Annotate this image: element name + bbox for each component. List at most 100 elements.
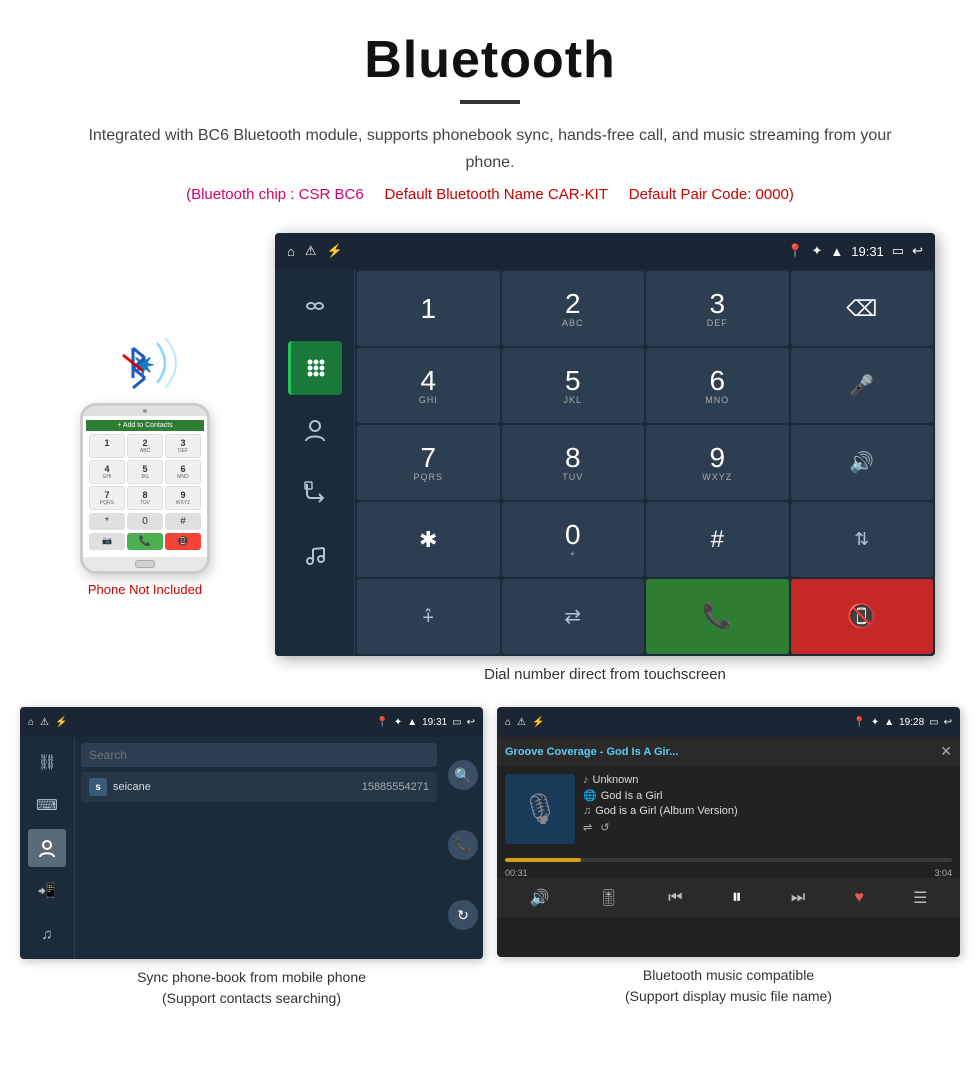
dial-key-3[interactable]: 3 DEF	[646, 271, 789, 346]
dial-key-transfer[interactable]: ⇅	[791, 502, 934, 577]
music-screen: ⌂ ⚠ ⚡ 📍 ✦ ▲ 19:28 ▭ ↩ Groove Coverage - …	[497, 707, 960, 957]
title-underline	[460, 100, 520, 104]
back-icon[interactable]: ↩	[912, 243, 923, 259]
phone-key-0[interactable]: 0	[127, 513, 163, 530]
phone-key-8[interactable]: 8TUV	[127, 486, 163, 510]
music-main-area: Groove Coverage - God Is A Gir... ✕ 🎙 ♪ …	[497, 737, 960, 957]
phone-key-3[interactable]: 3DEF	[165, 434, 201, 458]
music-progress-bar[interactable]	[505, 858, 952, 862]
music-item: ⌂ ⚠ ⚡ 📍 ✦ ▲ 19:28 ▭ ↩ Groove Coverage - …	[497, 707, 960, 1009]
dial-key-2[interactable]: 2 ABC	[502, 271, 645, 346]
music-progress-fill	[505, 858, 581, 862]
phone-key-9[interactable]: 9WXYZ	[165, 486, 201, 510]
music-caption-line2: (Support display music file name)	[625, 988, 832, 1004]
page-header: Bluetooth Integrated with BC6 Bluetooth …	[0, 0, 980, 223]
dial-key-mute[interactable]: 🎤	[791, 348, 934, 423]
music-warn-icon: ⚠	[517, 717, 526, 728]
pb-contact-name: seicane	[113, 781, 356, 793]
pb-warn-icon: ⚠	[40, 717, 49, 728]
music-close-btn[interactable]: ✕	[940, 743, 952, 760]
pb-location-icon: 📍	[376, 717, 388, 728]
pb-btn-recent[interactable]: 📲	[28, 872, 66, 910]
dial-key-9[interactable]: 9 WXYZ	[646, 425, 789, 500]
battery-icon: ▭	[892, 243, 904, 259]
music-volume-btn[interactable]: 🔊	[530, 888, 550, 908]
phone-call-btn[interactable]: 📞	[127, 533, 163, 550]
sidebar-btn-music[interactable]	[288, 527, 342, 581]
home-icon[interactable]: ⌂	[287, 244, 295, 259]
status-left: ⌂ ⚠ ⚡	[287, 243, 343, 259]
page-description: Integrated with BC6 Bluetooth module, su…	[80, 122, 900, 176]
pb-refresh-btn[interactable]: ↻	[448, 900, 478, 930]
dial-key-merge2[interactable]: ⇄	[502, 579, 645, 654]
music-time-display: 00:31 3:04	[497, 868, 960, 878]
dial-key-5[interactable]: 5 JKL	[502, 348, 645, 423]
sidebar-btn-call-forward[interactable]	[288, 465, 342, 519]
phone-key-5[interactable]: 5JKL	[127, 460, 163, 484]
phone-key-hash[interactable]: #	[165, 513, 201, 530]
music-info: ♪ Unknown 🌐 God Is a Girl ♫ God is a Gir…	[583, 774, 952, 844]
dial-key-1[interactable]: 1	[357, 271, 500, 346]
pb-search-btn[interactable]: 🔍	[448, 760, 478, 790]
sidebar-btn-contacts[interactable]	[288, 403, 342, 457]
dial-key-end[interactable]: 📵	[791, 579, 934, 654]
pb-btn-music[interactable]: ♫	[28, 915, 66, 953]
music-heart-btn[interactable]: ♥	[854, 889, 864, 907]
phone-home-button[interactable]	[135, 560, 155, 568]
music-next-btn[interactable]: ⏭	[791, 889, 805, 907]
dial-key-merge1[interactable]: ⨣	[357, 579, 500, 654]
pb-search-input[interactable]	[81, 743, 437, 767]
bluetooth-status-icon: ✦	[811, 243, 822, 259]
car-dialpad-screen: ⌂ ⚠ ⚡ 📍 ✦ ▲ 19:31 ▭ ↩	[275, 233, 935, 656]
music-shuffle-icon[interactable]: ⇌	[583, 821, 592, 834]
dial-key-call[interactable]: 📞	[646, 579, 789, 654]
dial-key-4[interactable]: 4 GHI	[357, 348, 500, 423]
music-prev-btn[interactable]: ⏮	[668, 889, 682, 907]
music-track-row: ♫ God is a Girl (Album Version)	[583, 805, 952, 817]
phone-key-star[interactable]: *	[89, 513, 125, 530]
pb-content: s seicane 15885554271	[75, 737, 443, 959]
music-eq-btn[interactable]: 🎚	[599, 888, 619, 908]
phone-end-btn[interactable]: 📵	[165, 533, 201, 550]
music-time-current: 00:31	[505, 868, 528, 878]
pb-status-bar: ⌂ ⚠ ⚡ 📍 ✦ ▲ 19:31 ▭ ↩	[20, 707, 483, 737]
phone-video-btn[interactable]: 📷	[89, 533, 125, 550]
phone-key-6[interactable]: 6MNO	[165, 460, 201, 484]
dial-key-7[interactable]: 7 PQRS	[357, 425, 500, 500]
dial-key-0[interactable]: 0 +	[502, 502, 645, 577]
pb-btn-contacts[interactable]	[28, 829, 66, 867]
dial-key-delete[interactable]: ⌫	[791, 271, 934, 346]
music-home-icon[interactable]: ⌂	[505, 717, 511, 728]
pb-contact-row[interactable]: s seicane 15885554271	[81, 772, 437, 802]
phone-key-2[interactable]: 2ABC	[127, 434, 163, 458]
phone-screen-header: + Add to Contacts	[86, 420, 204, 431]
music-album-name: God Is a Girl	[601, 790, 663, 802]
phone-mockup-container: ✷ + Add to Contacts 1	[45, 333, 245, 597]
phone-speaker	[143, 409, 147, 413]
music-location-icon: 📍	[853, 717, 865, 728]
sidebar-btn-bluetooth[interactable]	[288, 279, 342, 333]
phonebook-caption-line2: (Support contacts searching)	[162, 990, 341, 1006]
music-repeat-icon[interactable]: ↺	[600, 821, 609, 834]
phone-key-7[interactable]: 7PQRS	[89, 486, 125, 510]
pb-btn-bluetooth[interactable]: ⛓	[28, 743, 66, 781]
music-artist-icon: ♪	[583, 774, 589, 786]
music-back-icon[interactable]: ↩	[944, 717, 952, 728]
dial-key-8[interactable]: 8 TUV	[502, 425, 645, 500]
phone-key-4[interactable]: 4GHI	[89, 460, 125, 484]
phone-not-included-label: Phone Not Included	[88, 582, 202, 597]
music-list-btn[interactable]: ☰	[913, 888, 927, 908]
pb-call-btn[interactable]: 📞	[448, 830, 478, 860]
phone-key-1[interactable]: 1	[89, 434, 125, 458]
dial-key-hash[interactable]: #	[646, 502, 789, 577]
dial-key-6[interactable]: 6 MNO	[646, 348, 789, 423]
sidebar-btn-dialpad[interactable]	[288, 341, 342, 395]
page-title: Bluetooth	[40, 30, 940, 90]
dial-key-star[interactable]: ✱	[357, 502, 500, 577]
pb-home-icon[interactable]: ⌂	[28, 717, 34, 728]
dial-key-volume[interactable]: 🔊	[791, 425, 934, 500]
pb-back-icon[interactable]: ↩	[467, 717, 475, 728]
android-phone-mockup: + Add to Contacts 1 2ABC 3DEF 4GHI 5JKL …	[80, 403, 210, 574]
pb-btn-dialpad[interactable]: ⌨	[28, 786, 66, 824]
music-play-pause-btn[interactable]: ⏸	[732, 886, 742, 909]
